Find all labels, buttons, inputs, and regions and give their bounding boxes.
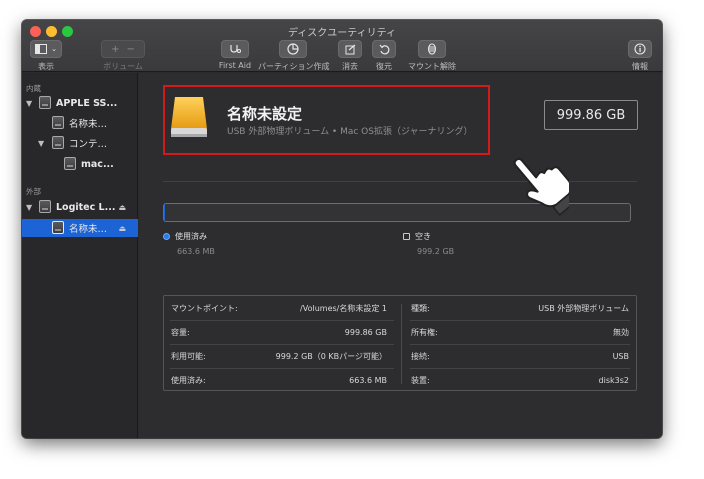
disclosure-triangle-icon[interactable]: ▼ — [26, 99, 32, 108]
sidebar-item-label: APPLE SS... — [56, 97, 118, 109]
volume-icon — [52, 116, 64, 129]
restore-label: 復元 — [376, 62, 392, 71]
info-key: 装置: — [411, 375, 430, 385]
volume-icon — [52, 221, 64, 234]
usage-bar-fill — [164, 204, 165, 221]
info-key: 利用可能: — [171, 351, 206, 361]
volume-icon — [64, 157, 76, 170]
sidebar-section-internal: 内蔵 — [26, 84, 41, 93]
info-key: 種類: — [411, 303, 430, 313]
info-key: マウントポイント: — [171, 303, 238, 313]
chevron-down-icon: ⌄ — [51, 45, 57, 53]
used-label: 使用済み — [175, 232, 207, 241]
info-key: 所有権: — [411, 327, 438, 337]
used-legend: 使用済み — [163, 231, 207, 242]
free-label: 空き — [415, 232, 431, 241]
sidebar-item-label: mac... — [81, 158, 114, 170]
unmount-icon — [427, 43, 437, 55]
info-key: 容量: — [171, 327, 190, 337]
info-key: 接続: — [411, 351, 430, 361]
column-separator — [401, 304, 402, 384]
restore-button[interactable] — [372, 40, 396, 58]
disk-utility-window: ディスクユーティリティ ⌄ 表示 + − ボリューム First Aid パーテ… — [22, 20, 662, 438]
sidebar: 内蔵 ▼ APPLE SS... 名称未… ▼ コンテ… mac... 外部 ▼… — [22, 73, 138, 438]
info-value: 無効 — [613, 327, 629, 337]
highlight-box — [163, 85, 490, 155]
partition-label: パーティション作成 — [258, 62, 330, 71]
free-swatch — [403, 233, 410, 240]
sidebar-icon — [35, 44, 48, 54]
info-value: 663.6 MB — [349, 375, 387, 385]
pointing-hand-icon — [513, 157, 569, 216]
plus-icon: + — [111, 43, 120, 55]
first-aid-label: First Aid — [218, 61, 252, 70]
partition-button[interactable] — [279, 40, 307, 58]
info-row-type: 種類: USB 外部物理ボリューム — [404, 296, 636, 320]
eject-icon[interactable]: ⏏ — [118, 224, 126, 233]
sidebar-item-logitec[interactable]: ▼ Logitec L... ⏏ — [22, 198, 138, 216]
free-value: 999.2 GB — [417, 247, 455, 256]
sidebar-item-internal-volume[interactable]: 名称未… — [22, 114, 138, 132]
sidebar-item-container[interactable]: ▼ コンテ… — [22, 134, 138, 152]
window-title: ディスクユーティリティ — [287, 28, 397, 39]
erase-label: 消去 — [342, 62, 358, 71]
info-row-available: 利用可能: 999.2 GB（0 KBパージ可能） — [164, 344, 394, 368]
view-label: 表示 — [38, 62, 54, 71]
info-button[interactable] — [628, 40, 652, 58]
sidebar-item-label: コンテ… — [69, 139, 108, 150]
info-label: 情報 — [632, 62, 648, 71]
info-value: disk3s2 — [598, 375, 629, 385]
volume-label: ボリューム — [103, 62, 143, 71]
sidebar-item-label: 名称未… — [69, 224, 108, 235]
sidebar-item-label: 名称未… — [69, 119, 108, 130]
sidebar-item-apple-ssd[interactable]: ▼ APPLE SS... — [22, 94, 138, 112]
info-row-device: 装置: disk3s2 — [404, 368, 636, 392]
erase-icon — [345, 44, 355, 54]
sidebar-section-external: 外部 — [26, 187, 41, 196]
minus-icon: − — [126, 43, 135, 55]
disclosure-triangle-icon[interactable]: ▼ — [26, 203, 32, 212]
eject-icon[interactable]: ⏏ — [118, 203, 126, 212]
info-key: 使用済み: — [171, 375, 206, 385]
info-icon — [634, 43, 646, 55]
main-pane: 名称未設定 USB 外部物理ボリューム • Mac OS拡張（ジャーナリング） … — [139, 73, 662, 438]
pie-icon — [287, 43, 299, 55]
internal-disk-icon — [39, 96, 51, 109]
info-value: 999.86 GB — [344, 327, 387, 337]
external-disk-icon — [39, 200, 51, 213]
sidebar-item-mac[interactable]: mac... — [22, 155, 138, 173]
unmount-button[interactable] — [418, 40, 446, 58]
info-table: マウントポイント: /Volumes/名称未設定 1 容量: 999.86 GB… — [163, 295, 637, 391]
free-legend: 空き — [403, 231, 431, 242]
capacity-box: 999.86 GB — [544, 100, 638, 130]
sidebar-item-label: Logitec L... — [56, 201, 116, 213]
unmount-label: マウント解除 — [408, 62, 456, 71]
info-row-connection: 接続: USB — [404, 344, 636, 368]
info-row-ownership: 所有権: 無効 — [404, 320, 636, 344]
disclosure-triangle-icon[interactable]: ▼ — [38, 139, 44, 148]
used-value: 663.6 MB — [177, 247, 215, 256]
container-icon — [52, 136, 64, 149]
volume-add-remove-button[interactable]: + − — [101, 40, 145, 58]
info-value: USB 外部物理ボリューム — [538, 303, 629, 313]
info-row-used: 使用済み: 663.6 MB — [164, 368, 394, 392]
titlebar: ディスクユーティリティ ⌄ 表示 + − ボリューム First Aid パーテ… — [22, 20, 662, 72]
info-row-mount-point: マウントポイント: /Volumes/名称未設定 1 — [164, 296, 394, 320]
view-button[interactable]: ⌄ — [30, 40, 62, 58]
info-value: 999.2 GB（0 KBパージ可能） — [275, 351, 387, 361]
restore-icon — [379, 44, 389, 54]
info-value: /Volumes/名称未設定 1 — [300, 303, 387, 313]
stethoscope-icon — [230, 44, 241, 53]
sidebar-item-external-volume[interactable]: 名称未… ⏏ — [22, 219, 138, 237]
info-value: USB — [612, 351, 629, 361]
first-aid-button[interactable] — [221, 40, 249, 58]
info-row-capacity: 容量: 999.86 GB — [164, 320, 394, 344]
erase-button[interactable] — [338, 40, 362, 58]
used-swatch — [163, 233, 170, 240]
